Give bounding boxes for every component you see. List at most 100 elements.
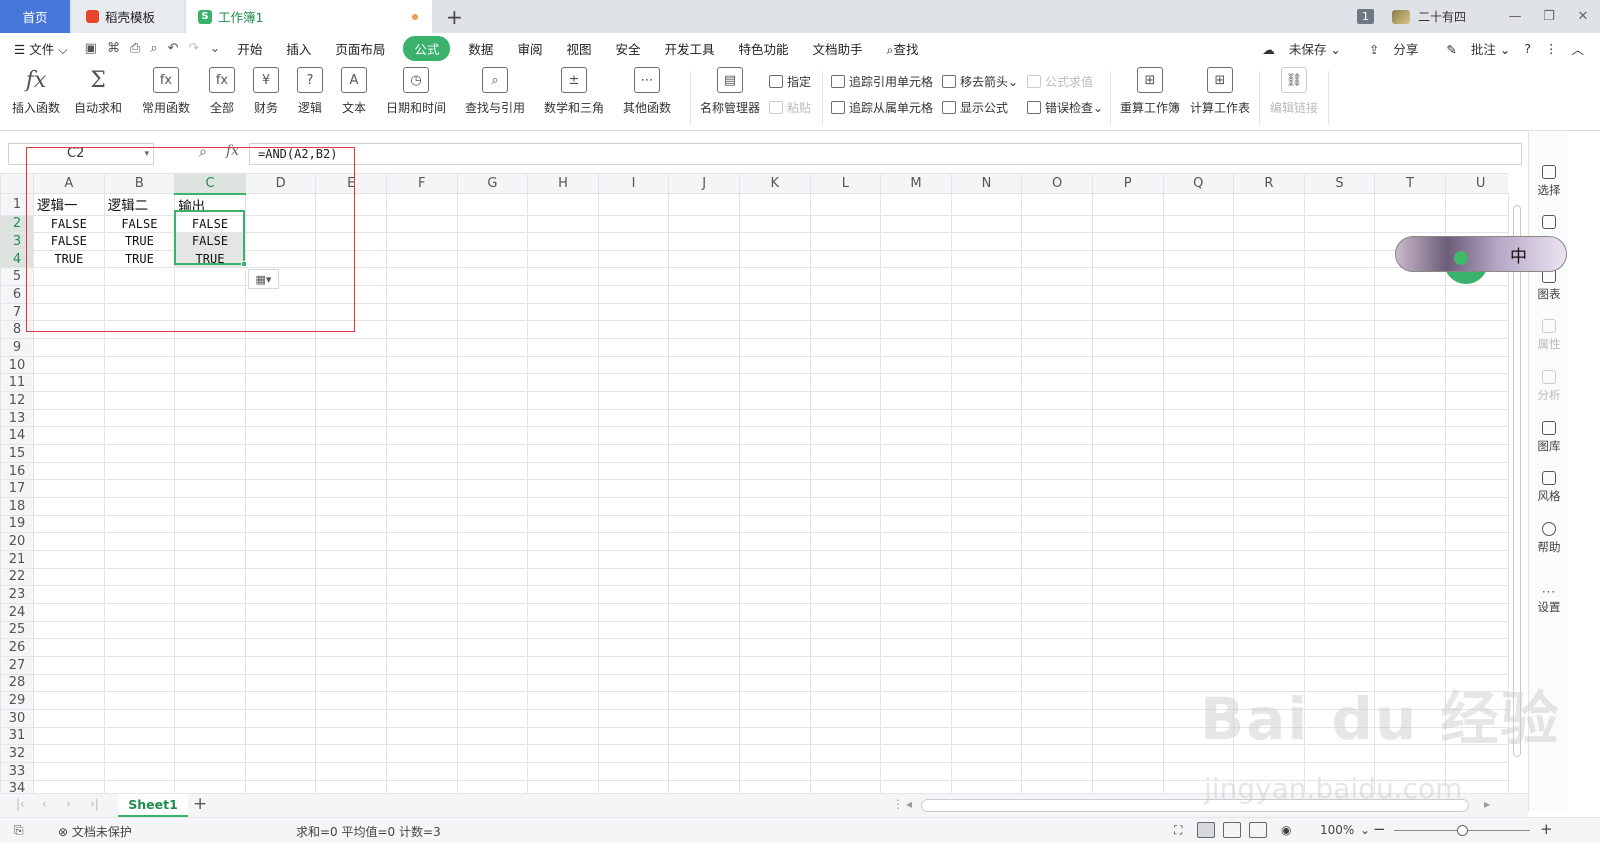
cell-b10[interactable] [103, 355, 176, 375]
cell-u25[interactable] [1444, 620, 1508, 640]
cell-n11[interactable] [950, 373, 1023, 393]
cell-g33[interactable] [456, 761, 529, 781]
cell-r16[interactable] [1233, 461, 1305, 481]
cell-o33[interactable] [1021, 761, 1093, 781]
paste-options-button[interactable]: ▦▾ [248, 269, 279, 289]
row-header-22[interactable]: 22 [0, 567, 34, 587]
menu-security[interactable]: 安全 [615, 39, 640, 58]
cell-t14[interactable] [1374, 426, 1446, 446]
redo-icon[interactable]: ↷ [189, 41, 200, 56]
cell-e13[interactable] [315, 408, 387, 428]
cell-f20[interactable] [385, 532, 458, 551]
cell-i6[interactable] [597, 285, 670, 304]
cell-p2[interactable] [1091, 214, 1164, 234]
cell-o31[interactable] [1021, 726, 1093, 746]
cell-u19[interactable] [1444, 514, 1508, 534]
cell-f7[interactable] [385, 302, 458, 322]
cell-e28[interactable] [315, 673, 387, 693]
cell-q12[interactable] [1162, 391, 1235, 410]
cell-k7[interactable] [738, 302, 811, 322]
cell-l26[interactable] [809, 638, 882, 657]
cell-r17[interactable] [1233, 479, 1305, 498]
cell-b21[interactable] [103, 549, 176, 569]
cell-m13[interactable] [880, 408, 952, 428]
cell-c11[interactable] [174, 373, 246, 393]
cell-h2[interactable] [527, 214, 599, 234]
cell-f32[interactable] [385, 744, 458, 763]
cell-m7[interactable] [880, 302, 952, 322]
other-functions-button[interactable]: ⋯ 其他函数 [623, 67, 671, 116]
cell-j22[interactable] [668, 567, 740, 587]
cell-j33[interactable] [668, 761, 740, 781]
cell-o16[interactable] [1021, 461, 1093, 481]
row-header-11[interactable]: 11 [0, 373, 34, 393]
cell-l29[interactable] [809, 691, 882, 710]
cell-b33[interactable] [103, 761, 176, 781]
row-header-5[interactable]: 5 [0, 267, 34, 287]
cell-i21[interactable] [597, 549, 670, 569]
cell-q20[interactable] [1162, 532, 1235, 551]
cell-c2[interactable]: FALSE [174, 214, 246, 234]
cell-d18[interactable] [244, 497, 317, 516]
cell-b15[interactable] [103, 444, 176, 463]
cell-j11[interactable] [668, 373, 740, 393]
menu-insert[interactable]: 插入 [286, 39, 311, 58]
cell-b25[interactable] [103, 620, 176, 640]
cell-f1[interactable] [385, 193, 458, 216]
cell-j13[interactable] [668, 408, 740, 428]
zoom-in-icon[interactable]: + [1540, 820, 1553, 838]
zoom-dropdown-icon[interactable]: ⌄ [1360, 823, 1370, 837]
cell-g22[interactable] [456, 567, 529, 587]
cell-f25[interactable] [385, 620, 458, 640]
cell-j31[interactable] [668, 726, 740, 746]
menu-view[interactable]: 视图 [566, 39, 591, 58]
cell-m4[interactable] [880, 249, 952, 269]
cell-a6[interactable] [33, 285, 105, 304]
cell-c20[interactable] [174, 532, 246, 551]
cell-a14[interactable] [33, 426, 105, 446]
cell-t12[interactable] [1374, 391, 1446, 410]
cell-e9[interactable] [315, 338, 387, 357]
row-header-17[interactable]: 17 [0, 479, 34, 498]
cell-t13[interactable] [1374, 408, 1446, 428]
cell-j23[interactable] [668, 585, 740, 604]
column-header-q[interactable]: Q [1162, 173, 1235, 194]
cell-r20[interactable] [1233, 532, 1305, 551]
cell-r22[interactable] [1233, 567, 1305, 587]
cell-j32[interactable] [668, 744, 740, 763]
cell-r12[interactable] [1233, 391, 1305, 410]
cell-m17[interactable] [880, 479, 952, 498]
cell-i22[interactable] [597, 567, 670, 587]
cell-k20[interactable] [738, 532, 811, 551]
cell-e15[interactable] [315, 444, 387, 463]
cell-b19[interactable] [103, 514, 176, 534]
cell-h3[interactable] [527, 232, 599, 251]
cell-i30[interactable] [597, 708, 670, 728]
cell-c27[interactable] [174, 655, 246, 675]
cell-m1[interactable] [880, 193, 952, 216]
cell-b11[interactable] [103, 373, 176, 393]
cell-l10[interactable] [809, 355, 882, 375]
cell-g21[interactable] [456, 549, 529, 569]
cell-e19[interactable] [315, 514, 387, 534]
cell-t20[interactable] [1374, 532, 1446, 551]
cell-f14[interactable] [385, 426, 458, 446]
cell-o17[interactable] [1021, 479, 1093, 498]
ime-float-widget[interactable]: 中 [1395, 236, 1567, 272]
row-header-16[interactable]: 16 [0, 461, 34, 481]
cell-f5[interactable] [385, 267, 458, 287]
cell-h1[interactable] [527, 193, 599, 216]
row-header-31[interactable]: 31 [0, 726, 34, 746]
row-header-32[interactable]: 32 [0, 744, 34, 763]
cell-q1[interactable] [1162, 193, 1235, 216]
cell-r14[interactable] [1233, 426, 1305, 446]
cell-o18[interactable] [1021, 497, 1093, 516]
cell-j9[interactable] [668, 338, 740, 357]
cell-j19[interactable] [668, 514, 740, 534]
cell-p24[interactable] [1091, 602, 1164, 622]
cell-j28[interactable] [668, 673, 740, 693]
column-header-n[interactable]: N [950, 173, 1023, 194]
cell-f18[interactable] [385, 497, 458, 516]
cell-j14[interactable] [668, 426, 740, 446]
cell-g20[interactable] [456, 532, 529, 551]
